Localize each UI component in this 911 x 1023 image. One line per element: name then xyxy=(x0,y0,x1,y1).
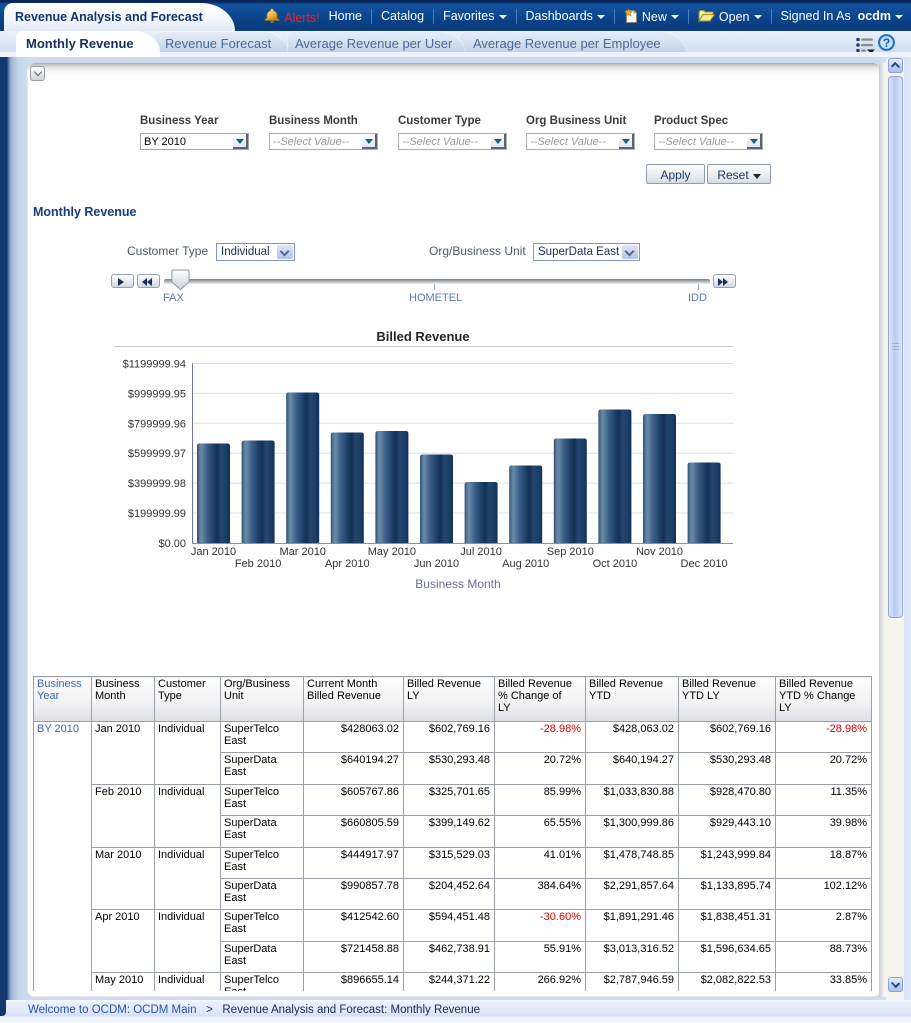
svg-text:$399999.98: $399999.98 xyxy=(128,478,186,490)
svg-text:Feb 2010: Feb 2010 xyxy=(235,558,281,570)
svg-text:$199999.99: $199999.99 xyxy=(128,508,186,520)
svg-text:$0.00: $0.00 xyxy=(158,538,186,550)
svg-text:Dec 2010: Dec 2010 xyxy=(681,558,728,570)
svg-text:Jan 2010: Jan 2010 xyxy=(191,546,236,558)
svg-text:Nov 2010: Nov 2010 xyxy=(636,546,683,558)
svg-text:Sep 2010: Sep 2010 xyxy=(547,546,594,558)
svg-text:Jul 2010: Jul 2010 xyxy=(460,546,502,558)
svg-text:Business Month: Business Month xyxy=(415,577,500,591)
svg-text:$799999.96: $799999.96 xyxy=(128,418,186,430)
svg-text:May 2010: May 2010 xyxy=(368,546,416,558)
svg-text:$1199999.94: $1199999.94 xyxy=(123,359,186,371)
svg-text:$999999.95: $999999.95 xyxy=(128,388,186,400)
svg-text:?: ? xyxy=(883,36,890,50)
svg-text:Aug 2010: Aug 2010 xyxy=(502,558,549,570)
svg-text:Mar 2010: Mar 2010 xyxy=(279,546,325,558)
svg-text:Apr 2010: Apr 2010 xyxy=(325,558,370,570)
svg-text:Billed Revenue: Billed Revenue xyxy=(376,329,469,344)
svg-text:$599999.97: $599999.97 xyxy=(128,448,186,460)
svg-text:Jun 2010: Jun 2010 xyxy=(414,558,459,570)
svg-text:Oct 2010: Oct 2010 xyxy=(593,558,638,570)
